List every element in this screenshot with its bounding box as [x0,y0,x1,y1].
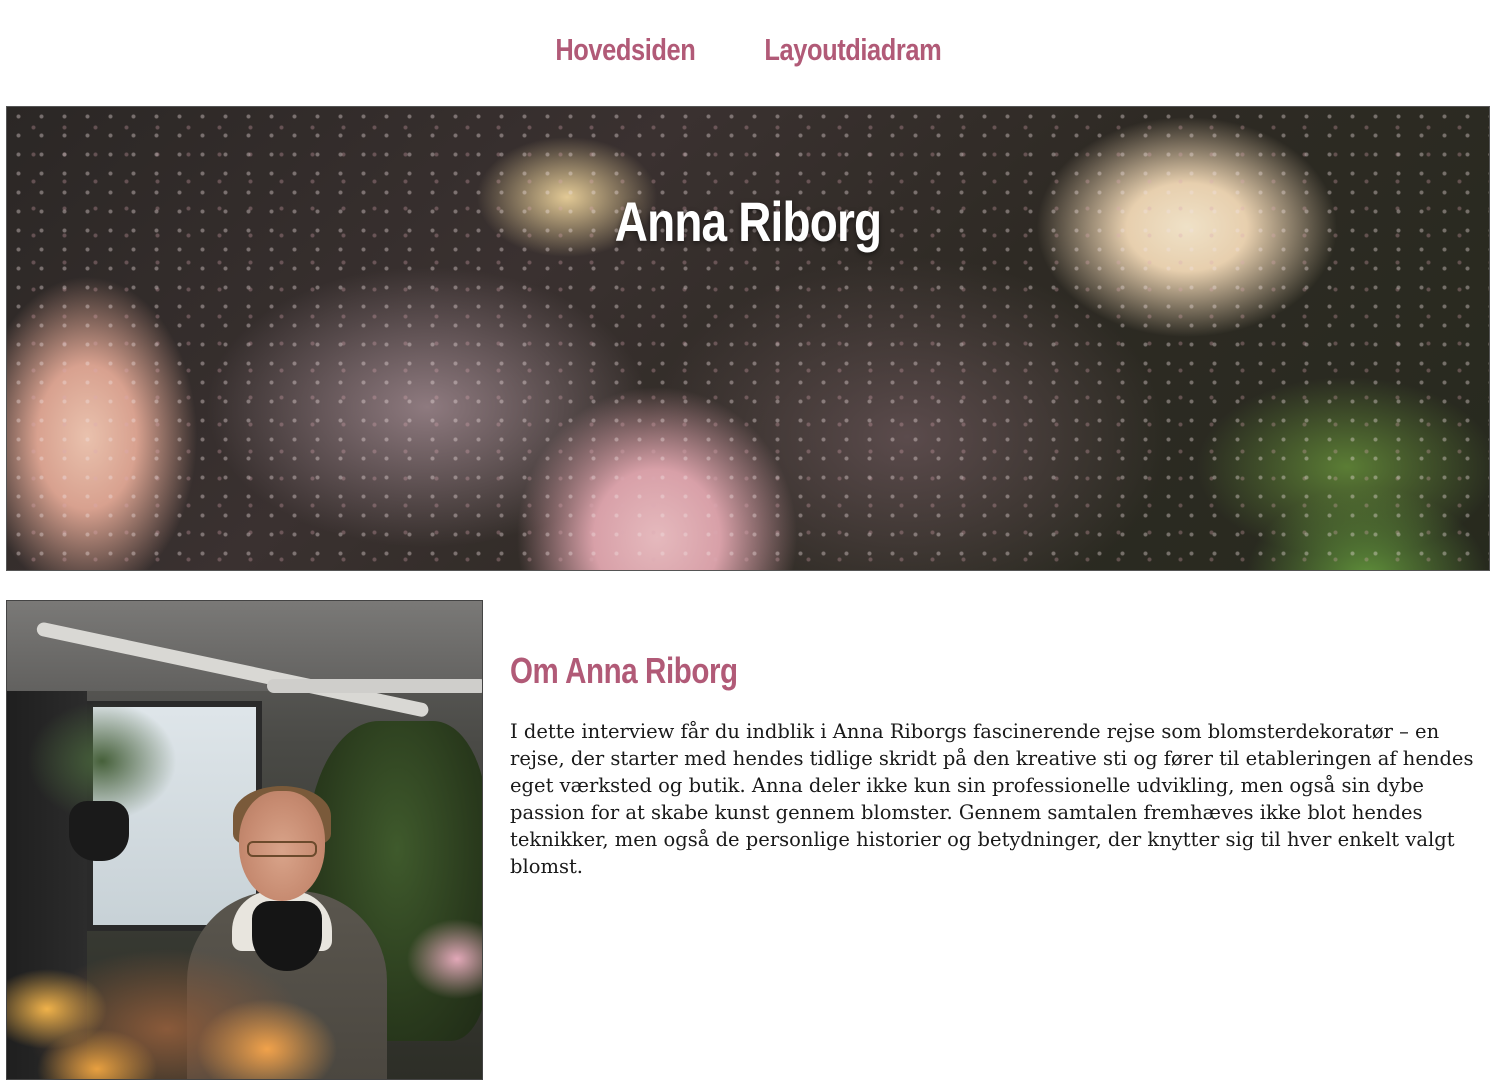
main-nav: Hovedsiden Layoutdiadram [0,0,1500,100]
photo-vase [69,801,129,861]
photo-flowers [7,919,482,1079]
hero-title: Anna Riborg [614,190,882,253]
about-section: Om Anna Riborg I dette interview får du … [510,650,1475,880]
portrait-photo [6,600,483,1080]
photo-pipe [267,679,482,693]
hero-flower-texture [7,107,1489,570]
nav-link-hovedsiden[interactable]: Hovedsiden [555,32,695,68]
about-heading: Om Anna Riborg [510,650,738,691]
photo-person-glasses [247,841,317,857]
nav-link-layoutdiagram[interactable]: Layoutdiadram [764,32,941,68]
hero-banner-image: Anna Riborg [6,106,1490,571]
about-body-text: I dette interview får du indblik i Anna … [510,720,1474,878]
